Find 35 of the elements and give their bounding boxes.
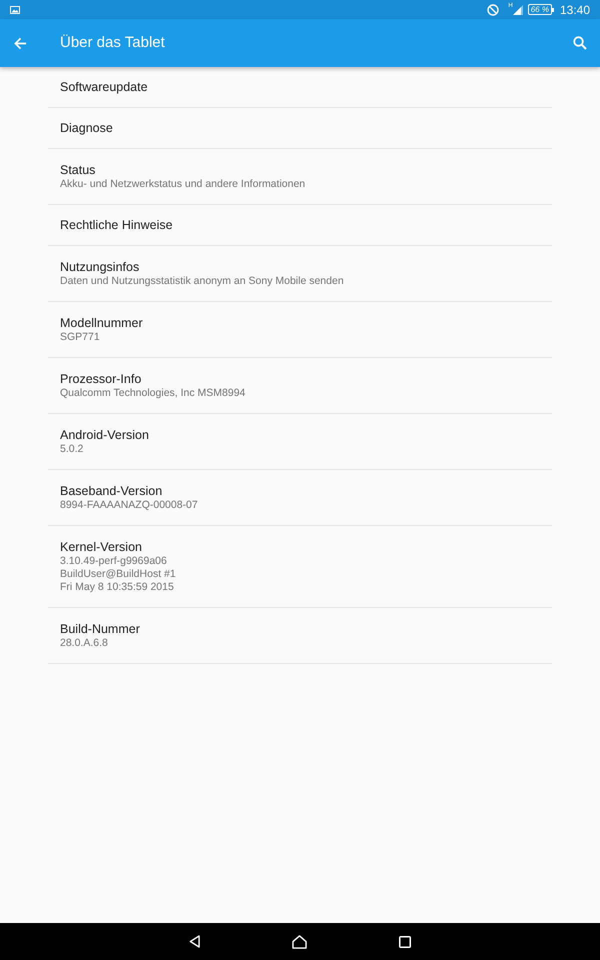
setting-title[interactable]: Status <box>60 162 96 178</box>
setting-summary: 5.0.2 <box>60 443 84 456</box>
setting-summary: Qualcomm Technologies, Inc MSM8994 <box>60 387 246 400</box>
screen-title: Über das Tablet <box>60 32 165 53</box>
setting-title[interactable]: Android-Version <box>60 427 149 443</box>
image-icon <box>10 6 20 14</box>
prohibited-icon <box>487 4 500 16</box>
setting-summary: 3.10.49-perf-g9969a06 <box>60 555 167 568</box>
battery-indicator: 66 % <box>528 4 554 15</box>
setting-title[interactable]: Diagnose <box>60 120 113 136</box>
setting-summary: BuildUser@BuildHost #1 <box>60 568 176 581</box>
search-icon <box>573 36 587 50</box>
setting-summary: SGP771 <box>60 331 100 344</box>
signal-icon <box>512 4 523 14</box>
back-button[interactable] <box>189 935 200 948</box>
setting-title[interactable]: Baseband-Version <box>60 483 162 499</box>
setting-title[interactable]: Kernel-Version <box>60 539 142 555</box>
setting-summary: 28.0.A.6.8 <box>60 637 108 650</box>
back-triangle-icon <box>189 935 200 948</box>
recents-button[interactable] <box>399 936 411 948</box>
setting-title[interactable]: Nutzungsinfos <box>60 259 140 275</box>
setting-summary: Akku- und Netzwerkstatus und andere Informationen <box>60 178 306 191</box>
square-icon <box>399 936 411 948</box>
setting-title[interactable]: Build-Nummer <box>60 621 140 637</box>
setting-summary: 8994-FAAAANAZQ-00008-07 <box>60 499 198 512</box>
setting-title[interactable]: Prozessor-Info <box>60 371 142 387</box>
setting-title[interactable]: Rechtliche Hinweise <box>60 217 173 233</box>
clock-time: 13:40 <box>560 2 590 16</box>
setting-summary: Fri May 8 10:35:59 2015 <box>60 581 174 594</box>
back-arrow-icon <box>14 36 26 50</box>
home-button[interactable] <box>292 934 307 948</box>
home-icon <box>292 934 307 948</box>
setting-title[interactable]: Modellnummer <box>60 315 143 331</box>
setting-summary: Daten und Nutzungsstatistik anonym an Sony Mobile senden <box>60 275 344 288</box>
setting-title[interactable]: Softwareupdate <box>60 79 148 95</box>
